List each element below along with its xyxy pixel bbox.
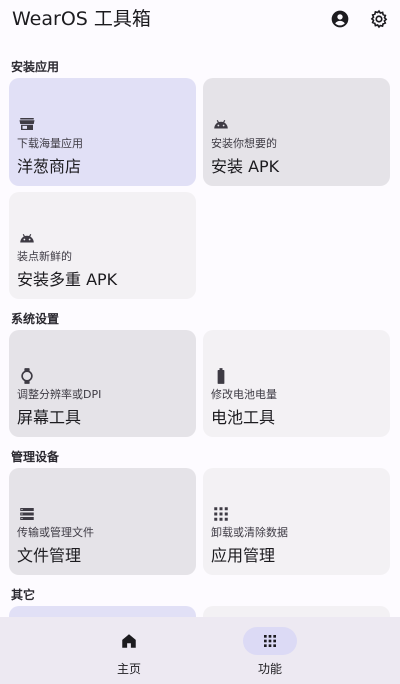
card-subtitle: 修改电池电量 [211, 388, 277, 401]
card-subtitle: 下载海量应用 [17, 137, 83, 150]
section-title-other: 其它 [11, 588, 36, 602]
card-title: 安装 APK [211, 157, 280, 176]
store-icon [17, 114, 37, 134]
card-title: 安装多重 APK [17, 270, 118, 289]
settings-icon[interactable] [368, 8, 390, 30]
nav-item-features[interactable]: 功能 [210, 617, 330, 684]
card-subtitle: 传输或管理文件 [17, 526, 94, 539]
nav-label-home: 主页 [116, 662, 141, 676]
card-subtitle: 安装你想要的 [211, 137, 277, 150]
watch-icon [17, 366, 37, 386]
section-title-install: 安装应用 [11, 60, 60, 74]
battery-icon [211, 366, 231, 386]
card-file-manager[interactable]: 传输或管理文件 文件管理 [9, 468, 196, 575]
account-icon[interactable] [329, 8, 351, 30]
card-app-manager[interactable]: 卸载或清除数据 应用管理 [203, 468, 390, 575]
list-icon [17, 504, 37, 524]
card-install-multi-apk[interactable]: 装点新鲜的 安装多重 APK [9, 192, 196, 299]
apps-icon [211, 504, 231, 524]
app-title: WearOS 工具箱 [12, 8, 151, 30]
android-icon [17, 228, 37, 248]
card-title: 洋葱商店 [17, 157, 82, 176]
section-title-system: 系统设置 [11, 312, 60, 326]
card-install-apk[interactable]: 安装你想要的 安装 APK [203, 78, 390, 186]
android-icon [211, 114, 231, 134]
bottom-navigation: 主页 功能 [0, 617, 400, 684]
card-subtitle: 卸载或清除数据 [211, 526, 288, 539]
card-title: 文件管理 [17, 546, 82, 565]
top-app-bar: WearOS 工具箱 [0, 0, 400, 40]
card-subtitle: 装点新鲜的 [17, 250, 72, 263]
card-battery-tools[interactable]: 修改电池电量 电池工具 [203, 330, 390, 437]
apps-icon [243, 627, 297, 655]
section-title-manage: 管理设备 [11, 450, 60, 464]
card-onion-store[interactable]: 下载海量应用 洋葱商店 [9, 78, 196, 186]
card-screen-tools[interactable]: 调整分辨率或DPI 屏幕工具 [9, 330, 196, 437]
nav-item-home[interactable]: 主页 [69, 617, 189, 684]
card-title: 屏幕工具 [17, 408, 82, 427]
card-title: 电池工具 [211, 408, 276, 427]
nav-label-features: 功能 [257, 662, 282, 676]
card-title: 应用管理 [211, 546, 276, 565]
home-icon [102, 627, 156, 655]
card-subtitle: 调整分辨率或DPI [17, 388, 102, 401]
